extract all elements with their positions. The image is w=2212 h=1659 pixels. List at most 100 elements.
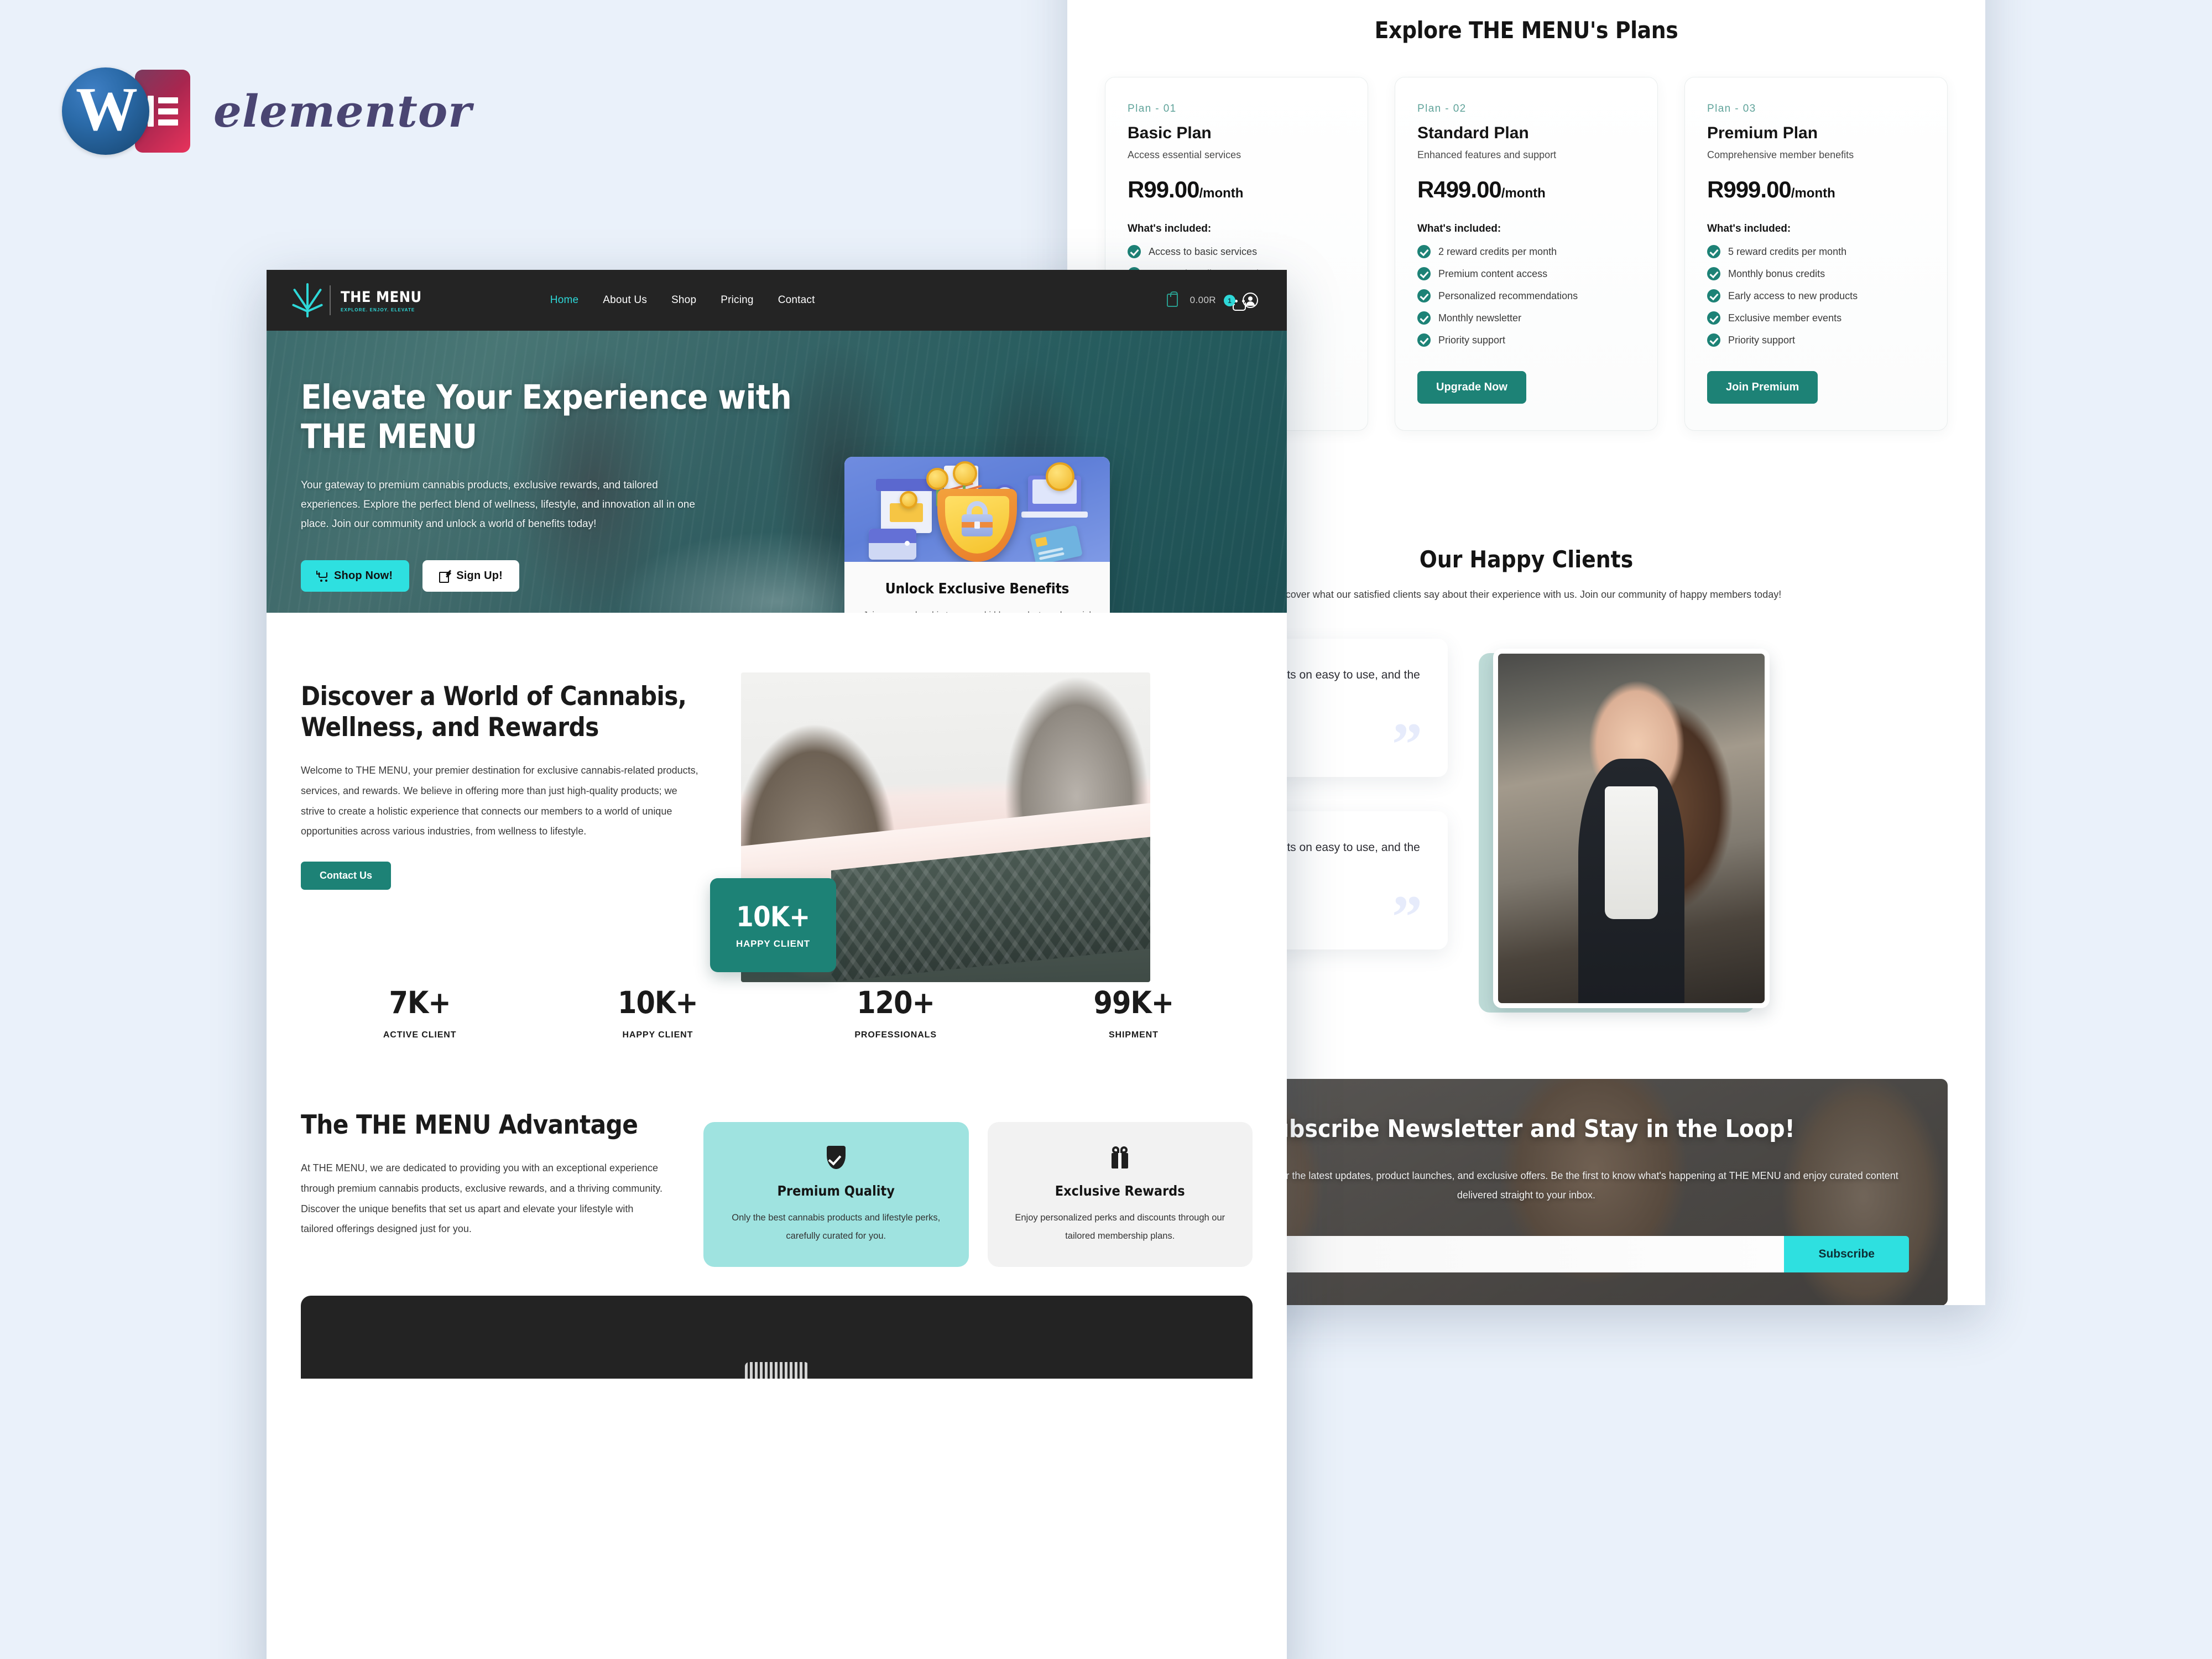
cart-total-amount: 0.00R	[1190, 295, 1216, 305]
shopping-bag-icon	[1166, 291, 1178, 307]
quote-icon: ”	[1392, 711, 1422, 779]
plan-feature-item: Personalized recommendations	[1417, 289, 1635, 302]
plan-name: Basic Plan	[1128, 124, 1212, 142]
plan-feature-item: 5 reward credits per month	[1707, 245, 1925, 258]
stat-number: 7K+	[389, 985, 451, 1021]
plan-feature-item: 2 reward credits per month	[1417, 245, 1635, 258]
advantage-body: At THE MENU, we are dedicated to providi…	[301, 1162, 662, 1235]
site-logo[interactable]: THE MENU EXPLORE. ENJOY. ELEVATE	[291, 283, 422, 318]
cart-item-count-badge: 1	[1224, 295, 1235, 306]
shop-now-button[interactable]: Shop Now!	[301, 560, 410, 592]
benefits-card-text: Join our membership to access hidden pro…	[863, 607, 1091, 613]
header-actions: 0.00R 1	[1166, 291, 1258, 311]
plan-card-standard[interactable]: Plan - 02 Standard Plan Enhanced feature…	[1395, 77, 1658, 431]
stat-number: 99K+	[1093, 985, 1175, 1021]
plan-feature-label: Early access to new products	[1728, 290, 1858, 301]
check-circle-icon	[1417, 311, 1431, 325]
plan-feature-item: Priority support	[1417, 333, 1635, 347]
check-circle-icon	[1128, 245, 1141, 258]
plan-feature-label: Access to basic services	[1149, 246, 1258, 257]
account-icon[interactable]	[1243, 293, 1258, 308]
plan-name: Standard Plan	[1417, 124, 1529, 142]
plan-price-amount: R999.00	[1707, 176, 1792, 202]
cannabis-leaf-icon	[291, 283, 324, 318]
check-circle-icon	[1417, 289, 1431, 302]
shop-now-label: Shop Now!	[334, 569, 393, 582]
shield-check-icon	[718, 1144, 954, 1171]
plan-feature-label: Personalized recommendations	[1438, 290, 1578, 301]
plan-price-period: /month	[1791, 186, 1835, 201]
client-photo-wrap	[1479, 639, 1948, 1013]
plan-feature-item: Early access to new products	[1707, 289, 1925, 302]
plan-feature-label: Priority support	[1438, 334, 1506, 346]
newsletter-subscribe-button[interactable]: Subscribe	[1784, 1236, 1909, 1273]
nav-item-pricing[interactable]: Pricing	[721, 294, 753, 306]
plan-feature-label: 2 reward credits per month	[1438, 246, 1557, 257]
stat-shipment: 99K+ SHIPMENT	[1015, 985, 1253, 1040]
discover-body: Welcome to THE MENU, your premier destin…	[301, 764, 698, 837]
plan-feature-item: Priority support	[1707, 333, 1925, 347]
site-header: THE MENU EXPLORE. ENJOY. ELEVATE Home Ab…	[267, 270, 1287, 331]
plan-feature-label: Priority support	[1728, 334, 1796, 346]
logo-tagline: EXPLORE. ENJOY. ELEVATE	[341, 307, 415, 312]
join-premium-button[interactable]: Join Premium	[1707, 371, 1818, 404]
plan-feature-item: Monthly bonus credits	[1707, 267, 1925, 280]
stat-number: 10K+	[618, 985, 698, 1021]
cart-icon	[316, 571, 328, 582]
plan-price: R499.00/month	[1417, 176, 1635, 203]
wordpress-w-letter: W	[76, 75, 138, 144]
wordpress-icon: W	[62, 67, 149, 155]
stat-label: SHIPMENT	[1108, 1030, 1159, 1040]
plan-feature-label: Exclusive member events	[1728, 312, 1842, 324]
stat-happy-client: 10K+ HAPPY CLIENT	[539, 985, 776, 1040]
nav-item-contact[interactable]: Contact	[778, 294, 815, 306]
plan-feature-label: Monthly newsletter	[1438, 312, 1522, 324]
plan-feature-list: 2 reward credits per month Premium conte…	[1417, 245, 1635, 347]
check-circle-icon	[1707, 289, 1720, 302]
plan-card-premium[interactable]: Plan - 03 Premium Plan Comprehensive mem…	[1684, 77, 1948, 431]
plan-feature-item: Monthly newsletter	[1417, 311, 1635, 325]
plan-price: R999.00/month	[1707, 176, 1925, 203]
upgrade-now-button[interactable]: Upgrade Now	[1417, 371, 1526, 404]
plan-price: R99.00/month	[1128, 176, 1345, 203]
feature-card-exclusive-rewards: Exclusive Rewards Enjoy personalized per…	[987, 1122, 1253, 1267]
advantage-section: The THE MENU Advantage At THE MENU, we a…	[267, 1040, 1287, 1267]
plan-feature-item: Access to basic services	[1128, 245, 1345, 258]
plan-included-label: What's included:	[1128, 223, 1212, 234]
happy-client-badge: 10K+ HAPPY CLIENT	[710, 878, 836, 972]
elementor-wordmark: elementor	[213, 85, 472, 137]
feature-card-premium-quality: Premium Quality Only the best cannabis p…	[703, 1122, 969, 1267]
advantage-title: The THE MENU Advantage	[301, 1110, 638, 1141]
nav-item-home[interactable]: Home	[550, 294, 578, 306]
hero-section: Elevate Your Experience with THE MENU Yo…	[267, 331, 1287, 613]
plan-description: Comprehensive member benefits	[1707, 149, 1854, 160]
plan-feature-label: Premium content access	[1438, 268, 1548, 279]
discover-section: Discover a World of Cannabis, Wellness, …	[267, 613, 1287, 982]
plan-feature-item: Premium content access	[1417, 267, 1635, 280]
feature-text: Enjoy personalized perks and discounts t…	[1015, 1213, 1225, 1241]
plan-feature-list: 5 reward credits per month Monthly bonus…	[1707, 245, 1925, 347]
gift-icon	[1002, 1144, 1239, 1171]
stat-label: PROFESSIONALS	[854, 1030, 937, 1040]
plan-eyebrow: Plan - 02	[1417, 103, 1467, 114]
plan-price-amount: R99.00	[1128, 176, 1199, 202]
contact-us-button[interactable]: Contact Us	[301, 862, 392, 890]
quote-icon: ”	[1392, 883, 1422, 951]
plan-feature-label: Monthly bonus credits	[1728, 268, 1825, 279]
advantage-media-card	[301, 1295, 1253, 1379]
sign-up-button[interactable]: Sign Up!	[422, 560, 520, 592]
plan-price-period: /month	[1501, 186, 1546, 201]
stats-row: 7K+ ACTIVE CLIENT 10K+ HAPPY CLIENT 120+…	[267, 985, 1287, 1040]
check-circle-icon	[1707, 311, 1720, 325]
home-page-preview: THE MENU EXPLORE. ENJOY. ELEVATE Home Ab…	[267, 270, 1287, 1659]
plan-feature-label: 5 reward credits per month	[1728, 246, 1847, 257]
hero-subtitle: Your gateway to premium cannabis product…	[301, 479, 695, 530]
sign-up-label: Sign Up!	[456, 569, 503, 582]
nav-item-shop[interactable]: Shop	[671, 294, 696, 306]
happy-client-badge-label: HAPPY CLIENT	[736, 938, 810, 949]
plan-price-period: /month	[1199, 186, 1244, 201]
plan-price-amount: R499.00	[1417, 176, 1502, 202]
nav-item-about-us[interactable]: About Us	[603, 294, 647, 306]
security-rewards-illustration	[844, 457, 1110, 562]
plan-eyebrow: Plan - 01	[1128, 103, 1177, 114]
